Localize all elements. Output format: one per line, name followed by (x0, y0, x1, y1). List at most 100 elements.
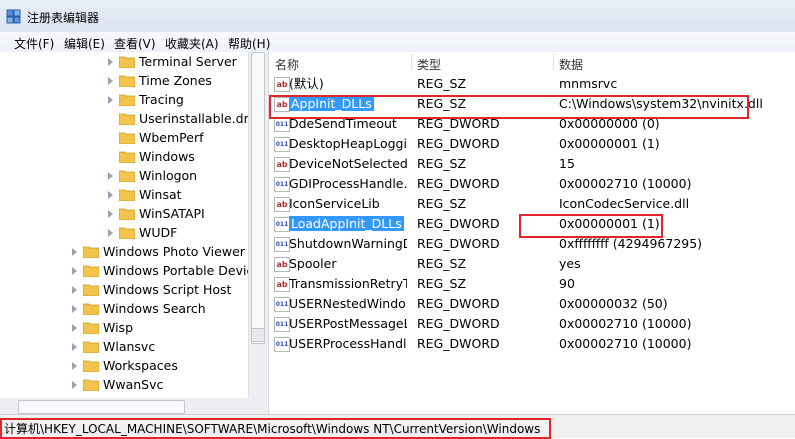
folder-icon (119, 56, 135, 68)
column-header-data[interactable]: 数据 (559, 56, 583, 73)
menu-file[interactable]: 文件(F) (14, 35, 54, 52)
folder-icon (119, 132, 135, 144)
binary-value-icon: 011 (274, 137, 290, 152)
tree-horizontal-scrollbar[interactable] (0, 398, 265, 414)
window-title: 注册表编辑器 (27, 11, 100, 25)
tree-item[interactable]: Winlogon (0, 166, 248, 185)
value-row[interactable]: 011USERProcessHandle... REG_DWORD 0x000027… (269, 334, 795, 354)
folder-icon (119, 151, 135, 163)
scroll-down-arrow-icon[interactable] (251, 328, 265, 342)
value-name: USERProcessHandle... (289, 334, 407, 354)
expand-arrow-icon[interactable] (108, 96, 113, 104)
value-name: (默认) (289, 74, 407, 94)
value-row[interactable]: abDeviceNotSelectedT... REG_SZ 15 (269, 154, 795, 174)
tree-item[interactable]: WUDF (0, 223, 248, 242)
value-row[interactable]: 011USERPostMessageL... REG_DWORD 0x0000271… (269, 314, 795, 334)
tree-item[interactable]: Terminal Server (0, 52, 248, 71)
expand-arrow-icon[interactable] (108, 229, 113, 237)
tree-item-label: Windows Portable Devices (103, 263, 248, 278)
menu-favorites[interactable]: 收藏夹(A) (165, 35, 219, 52)
tree-item-label: Windows Photo Viewer (103, 244, 245, 259)
value-row[interactable]: ab IconServiceLib REG_SZ IconCodecService.d… (269, 194, 795, 214)
tree-item-label: Winsat (139, 187, 182, 202)
tree-item[interactable]: Winsat (0, 185, 248, 204)
menu-edit[interactable]: 编辑(E) (64, 35, 105, 52)
value-name-text: Spooler (289, 256, 337, 271)
tree-item[interactable]: WinSATAPI (0, 204, 248, 223)
value-row[interactable]: ab (默认) REG_SZ mnmsrvc (269, 74, 795, 94)
value-type: REG_SZ (417, 256, 467, 271)
folder-icon (83, 303, 99, 315)
expand-arrow-icon[interactable] (72, 248, 77, 256)
binary-value-icon: 011 (274, 237, 290, 252)
value-name-text: IconServiceLib (289, 196, 380, 211)
menu-view[interactable]: 查看(V) (114, 35, 156, 52)
value-name: DesktopHeapLoggi... (289, 134, 407, 154)
expand-arrow-icon[interactable] (72, 381, 77, 389)
tree-item-label: Userinstallable.drive (139, 111, 248, 126)
value-row[interactable]: 011 USERNestedWindo... REG_DWORD 0x00000032… (269, 294, 795, 314)
value-name-text: USERPostMessageL... (289, 316, 407, 331)
header-divider[interactable] (411, 54, 412, 70)
expand-arrow-icon[interactable] (108, 58, 113, 66)
tree-item[interactable]: Windows Script Host (0, 280, 248, 299)
tree-item-label: WwanSvc (103, 377, 164, 392)
tree-item-label: Wlansvc (103, 339, 156, 354)
menu-help[interactable]: 帮助(H) (228, 35, 270, 52)
value-row[interactable]: ab Spooler REG_SZ yes (269, 254, 795, 274)
expand-arrow-icon[interactable] (72, 267, 77, 275)
value-type: REG_SZ (417, 156, 467, 171)
folder-icon (119, 113, 135, 125)
tree-item[interactable]: Wisp (0, 318, 248, 337)
value-name: Spooler (289, 254, 407, 274)
value-name: LoadAppInit_DLLs (289, 214, 407, 234)
tree-scroll-thumb[interactable] (251, 52, 265, 344)
tree-item[interactable]: Userinstallable.drive (0, 109, 248, 128)
binary-value-icon: 011 (274, 217, 290, 232)
expand-arrow-icon[interactable] (108, 172, 113, 180)
folder-icon (83, 360, 99, 372)
folder-icon (119, 208, 135, 220)
expand-arrow-icon[interactable] (72, 305, 77, 313)
value-name: USERPostMessageL... (289, 314, 407, 334)
tree-item[interactable]: WbemPerf (0, 128, 248, 147)
column-header-type[interactable]: 类型 (417, 56, 441, 73)
tree-item-label: Tracing (139, 92, 184, 107)
binary-value-icon: 011 (274, 297, 290, 312)
tree-item[interactable]: Wlansvc (0, 337, 248, 356)
expand-arrow-icon[interactable] (108, 191, 113, 199)
value-data: 15 (559, 156, 575, 171)
value-data: 0x00000001 (1) (559, 136, 660, 151)
value-row[interactable]: abTransmissionRetryTi... REG_SZ 90 (269, 274, 795, 294)
value-type: REG_DWORD (417, 136, 500, 151)
tree-item[interactable]: Windows Search (0, 299, 248, 318)
expand-arrow-icon[interactable] (108, 210, 113, 218)
folder-icon (119, 94, 135, 106)
tree-item[interactable]: Windows (0, 147, 248, 166)
key-tree[interactable]: Terminal Server Time Zones Tracing Userinst… (0, 52, 248, 414)
value-type: REG_DWORD (417, 316, 500, 331)
expand-arrow-icon[interactable] (108, 77, 113, 85)
column-header-name[interactable]: 名称 (275, 56, 299, 73)
header-divider[interactable] (553, 54, 554, 70)
tree-hscroll-thumb[interactable] (18, 400, 185, 414)
value-row[interactable]: 011 DesktopHeapLoggi... REG_DWORD 0x0000000… (269, 134, 795, 154)
value-data: 0x00002710 (10000) (559, 176, 692, 191)
tree-item[interactable]: Windows Portable Devices (0, 261, 248, 280)
tree-item[interactable]: Windows Photo Viewer (0, 242, 248, 261)
expand-arrow-icon[interactable] (72, 362, 77, 370)
expand-arrow-icon[interactable] (72, 343, 77, 351)
binary-value-icon: 011 (274, 337, 290, 352)
tree-item[interactable]: Time Zones (0, 71, 248, 90)
expand-arrow-icon[interactable] (72, 286, 77, 294)
tree-item[interactable]: Tracing (0, 90, 248, 109)
tree-item-label: Terminal Server (139, 54, 237, 69)
binary-value-icon: 011 (274, 177, 290, 192)
tree-item[interactable]: Workspaces (0, 356, 248, 375)
value-row[interactable]: 011 GDIProcessHandle... REG_DWORD 0x0000271… (269, 174, 795, 194)
expand-arrow-icon[interactable] (72, 324, 77, 332)
highlight-box-appinit (269, 95, 749, 119)
tree-item[interactable]: WwanSvc (0, 375, 248, 394)
tree-vertical-scrollbar[interactable] (248, 52, 266, 414)
value-data: 0x00002710 (10000) (559, 336, 692, 351)
